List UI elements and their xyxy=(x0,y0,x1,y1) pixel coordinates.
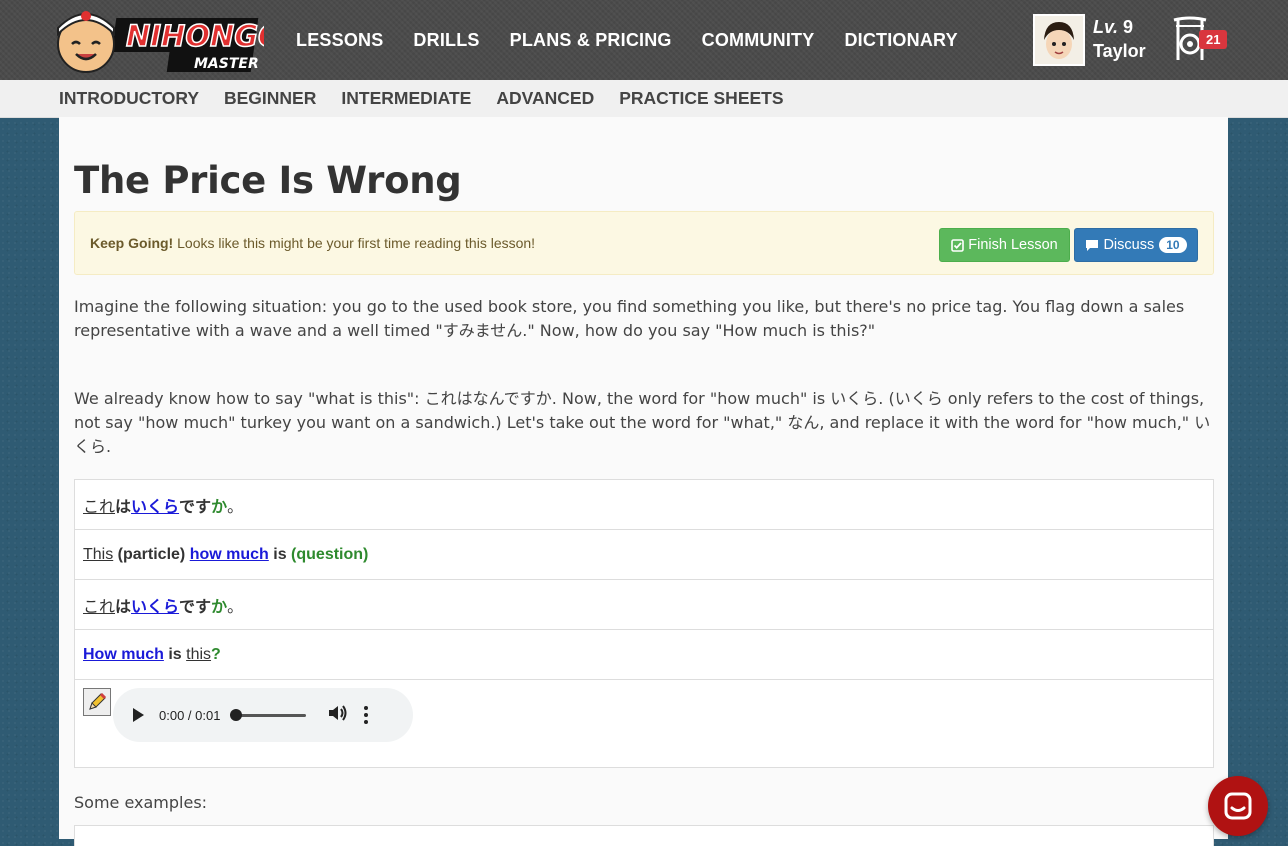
comment-icon xyxy=(1085,239,1099,252)
main-nav: LESSONS DRILLS PLANS & PRICING COMMUNITY… xyxy=(296,0,988,80)
word-ikura[interactable]: いくら xyxy=(131,593,179,617)
check-square-icon xyxy=(951,238,965,252)
table-row: これはいくら ですか。 xyxy=(75,480,1213,530)
word-kore[interactable]: これ xyxy=(83,493,115,517)
nav-drills[interactable]: DRILLS xyxy=(413,30,479,51)
subnav-beginner[interactable]: BEGINNER xyxy=(224,88,316,109)
explanation-paragraph: We already know how to say "what is this… xyxy=(74,389,1211,456)
finish-lesson-button[interactable]: Finish Lesson xyxy=(939,228,1070,262)
subnav-advanced[interactable]: ADVANCED xyxy=(496,88,594,109)
table-row: How much is this? xyxy=(75,630,1213,680)
word-how-much[interactable]: How much xyxy=(83,646,164,664)
lesson-content: The Price Is Wrong Keep Going! Looks lik… xyxy=(59,117,1228,846)
progress-alert: Keep Going! Looks like this might be you… xyxy=(74,211,1214,275)
discuss-button[interactable]: Discuss 10 xyxy=(1074,228,1198,262)
audio-seek-bar[interactable] xyxy=(230,708,307,721)
word-kore[interactable]: これ xyxy=(83,593,115,617)
chat-icon xyxy=(1224,792,1252,820)
seek-knob[interactable] xyxy=(230,708,243,721)
examples-label: Some examples: xyxy=(74,793,208,812)
word-how-much[interactable]: how much xyxy=(190,546,269,564)
table-row: This (particle) how much is (question) xyxy=(75,530,1213,580)
more-options-icon[interactable] xyxy=(364,706,369,724)
volume-icon[interactable] xyxy=(328,704,348,727)
user-level: Lv. 9 xyxy=(1093,17,1134,37)
chat-launcher-button[interactable] xyxy=(1208,776,1268,836)
audio-time: 0:00 / 0:01 xyxy=(159,707,221,723)
nihongo-master-logo[interactable]: NIHONGO MASTER xyxy=(48,6,264,74)
notification-badge[interactable]: 21 xyxy=(1199,30,1228,49)
discuss-count-badge: 10 xyxy=(1159,237,1187,253)
intro-paragraph: Imagine the following situation: you go … xyxy=(74,297,1185,340)
word-ikura[interactable]: いくら xyxy=(131,493,179,517)
svg-text:MASTER: MASTER xyxy=(194,56,259,72)
word-this[interactable]: This xyxy=(83,546,113,564)
examples-table xyxy=(74,825,1214,846)
subnav-introductory[interactable]: INTRODUCTORY xyxy=(59,88,199,109)
pencil-icon[interactable] xyxy=(83,688,111,716)
alert-message: Keep Going! Looks like this might be you… xyxy=(90,235,536,251)
svg-text:NIHONGO: NIHONGO xyxy=(126,19,264,53)
table-row: これはいくら ですか。 xyxy=(75,580,1213,630)
play-icon[interactable] xyxy=(133,708,144,722)
nav-dictionary[interactable]: DICTIONARY xyxy=(844,30,957,51)
sub-nav: INTRODUCTORY BEGINNER INTERMEDIATE ADVAN… xyxy=(0,80,1288,118)
table-row-audio: 0:00 / 0:01 xyxy=(75,680,1213,767)
top-header: NIHONGO MASTER LESSONS DRILLS PLANS & PR… xyxy=(0,0,1288,80)
nav-plans-pricing[interactable]: PLANS & PRICING xyxy=(510,30,672,51)
nav-community[interactable]: COMMUNITY xyxy=(702,30,815,51)
subnav-practice-sheets[interactable]: PRACTICE SHEETS xyxy=(619,88,783,109)
sentence-breakdown-table: これはいくら ですか。 This (particle) how much is (… xyxy=(74,479,1214,768)
subnav-intermediate[interactable]: INTERMEDIATE xyxy=(341,88,471,109)
audio-player[interactable]: 0:00 / 0:01 xyxy=(113,688,413,742)
avatar[interactable] xyxy=(1033,14,1085,66)
nav-lessons[interactable]: LESSONS xyxy=(296,30,383,51)
user-name[interactable]: Taylor xyxy=(1093,41,1146,62)
page-title: The Price Is Wrong xyxy=(74,159,462,202)
word-this[interactable]: this xyxy=(186,646,211,664)
